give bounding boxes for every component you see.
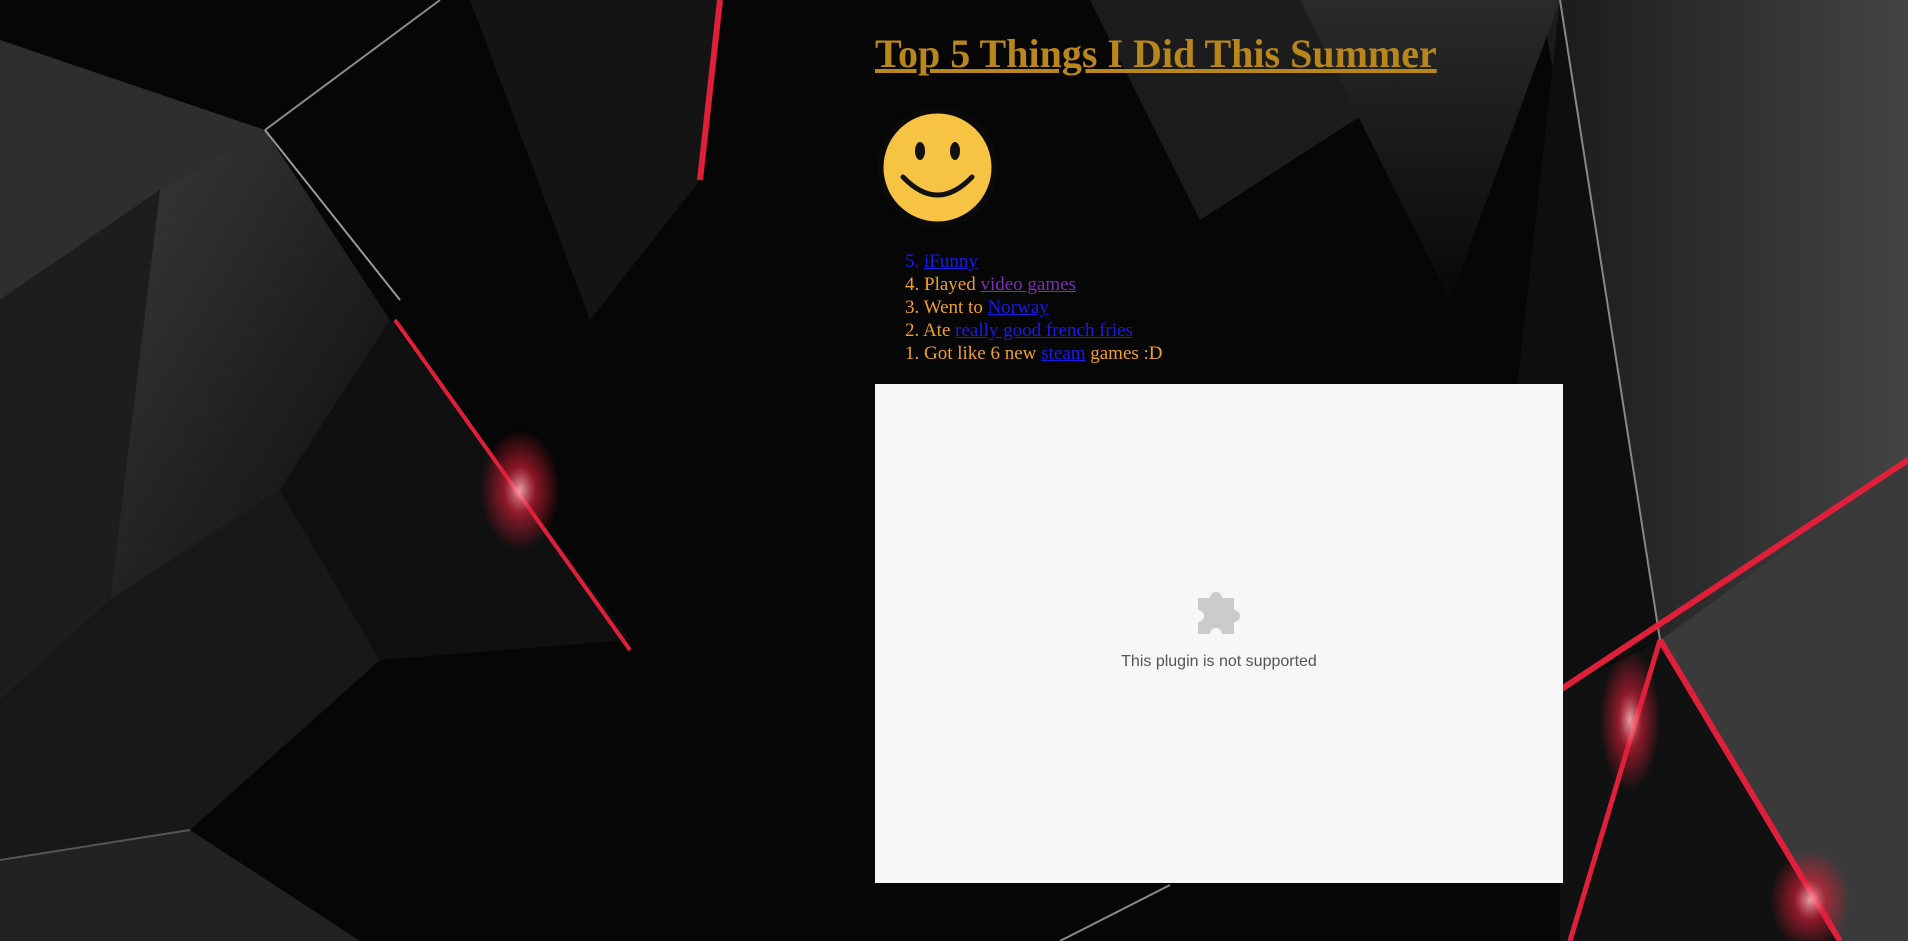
list-item-prefix: Got like 6 new [924,343,1042,364]
ifunny-link[interactable]: iFunny [924,251,978,272]
page-title: Top 5 Things I Did This Summer [875,28,1575,80]
list-item: 3. Went to Norway [905,296,1575,319]
list-item: 5. iFunny [905,250,1575,273]
french-fries-link[interactable]: really good french fries [955,320,1133,341]
list-item-suffix: games :D [1085,343,1163,364]
list-item: 4. Played video games [905,273,1575,296]
puzzle-piece-icon [1198,592,1240,634]
list-item-prefix: Ate [922,320,956,341]
list-item: 1. Got like 6 new steam games :D [905,342,1575,365]
summer-list: 5. iFunny 4. Played video games 3. Went … [905,250,1575,365]
plugin-placeholder[interactable]: This plugin is not supported [875,384,1563,883]
list-item-prefix: Went to [923,297,988,318]
norway-link[interactable]: Norway [988,297,1049,318]
plugin-message: This plugin is not supported [1121,653,1317,670]
list-item-number: 2. [905,320,923,341]
main-content: Top 5 Things I Did This Summer 5. iFunny… [875,28,1575,365]
list-item-prefix: Played [924,274,981,295]
list-item-number: 4. [905,274,924,295]
list-item-number: 3. [905,297,924,318]
list-item: 2. Ate really good french fries [905,319,1575,342]
list-item-number: 5. [905,251,924,272]
list-item-number: 1. [905,343,924,364]
smiley-face-icon [877,107,998,228]
video-games-link[interactable]: video games [980,274,1076,295]
steam-link[interactable]: steam [1041,343,1085,364]
page-title-link[interactable]: Top 5 Things I Did This Summer [875,31,1437,76]
